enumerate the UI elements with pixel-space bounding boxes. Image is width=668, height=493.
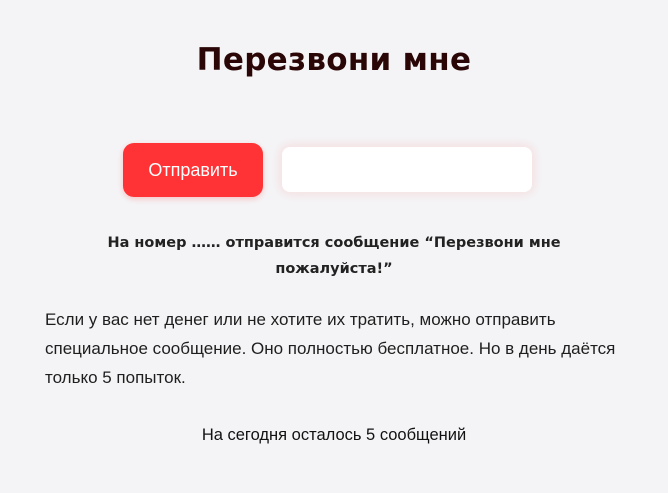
send-button[interactable]: Отправить [123,143,263,197]
page-title: Перезвони мне [196,42,472,78]
callback-card: Перезвони мне Отправить На номер …… отпр… [0,0,668,493]
sms-notice: На номер …… отправится сообщение “Перезв… [107,235,561,277]
remaining-messages-counter: На сегодня осталось 5 сообщений [201,426,467,444]
phone-input[interactable] [282,147,532,192]
free-message-description: Если у вас нет денег или не хотите их тр… [45,310,616,387]
